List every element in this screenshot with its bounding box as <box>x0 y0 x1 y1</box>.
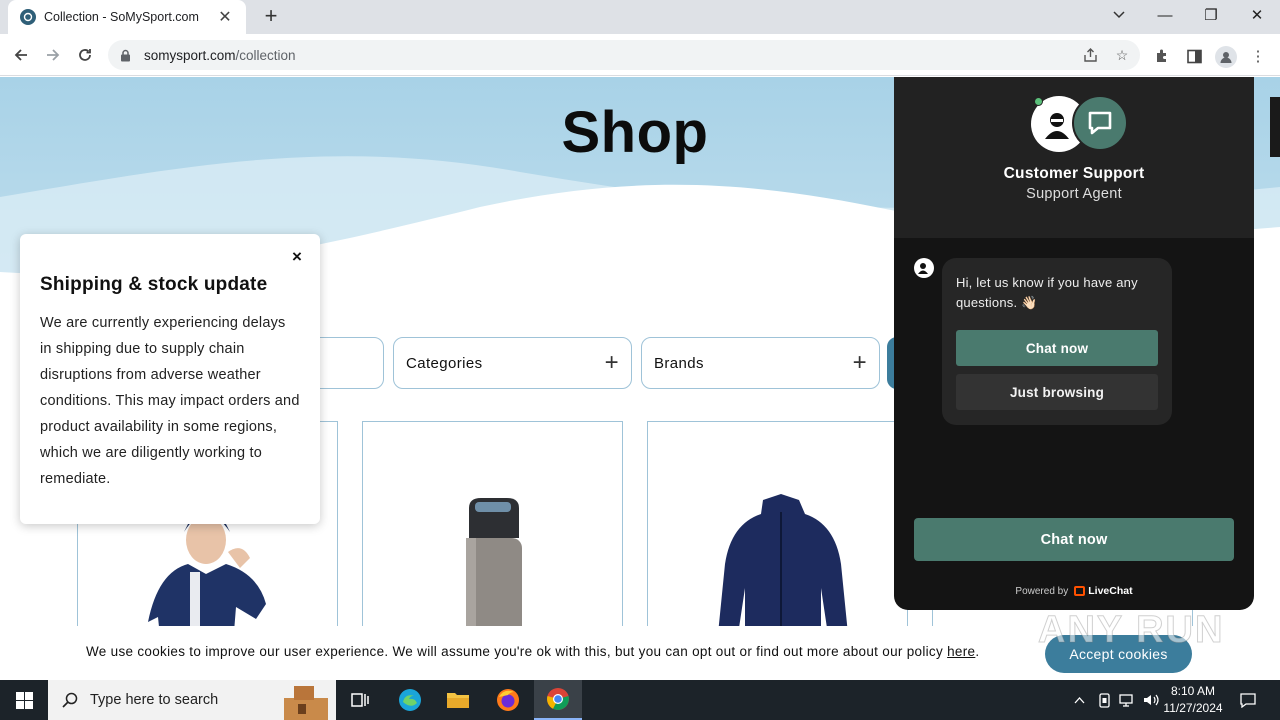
online-status-dot <box>1034 97 1043 106</box>
powered-by-label: Powered by <box>1015 585 1069 597</box>
forward-arrow-icon[interactable] <box>40 42 66 68</box>
just-browsing-button[interactable]: Just browsing <box>956 374 1158 410</box>
bookmark-star-icon[interactable]: ☆ <box>1113 46 1131 64</box>
reload-icon[interactable] <box>72 42 98 68</box>
livechat-widget: Customer Support Support Agent Hi, let u… <box>894 77 1254 610</box>
tab-search-chevron-icon[interactable] <box>1108 4 1130 26</box>
chrome-icon[interactable] <box>534 680 582 720</box>
cookie-message: We use cookies to improve our user exper… <box>86 644 944 659</box>
chat-now-button[interactable]: Chat now <box>956 330 1158 366</box>
extensions-puzzle-icon[interactable] <box>1152 46 1172 66</box>
browser-tab[interactable]: Collection - SoMySport.com ✕ <box>8 0 246 34</box>
livechat-logo-icon <box>1074 586 1086 596</box>
close-window-icon[interactable]: ✕ <box>1234 0 1280 30</box>
tray-chevron-up-icon[interactable] <box>1068 680 1090 720</box>
url-host: somysport.com <box>144 47 236 63</box>
watermark: ANY RUN <box>1037 609 1225 652</box>
search-highlight-illustration <box>284 686 328 720</box>
filter-categories[interactable]: Categories + <box>393 337 632 389</box>
plus-icon: + <box>852 349 867 376</box>
popup-title: Shipping & stock update <box>40 274 268 295</box>
taskbar-clock[interactable]: 8:10 AM 11/27/2024 <box>1160 683 1226 717</box>
clock-date: 11/27/2024 <box>1163 701 1223 715</box>
chat-message-bubble: Hi, let us know if you have any question… <box>942 258 1172 425</box>
filter-brands[interactable]: Brands + <box>641 337 880 389</box>
close-icon[interactable]: × <box>288 248 306 266</box>
profile-avatar-icon[interactable] <box>1215 46 1237 68</box>
cookie-policy-link[interactable]: here <box>947 644 975 659</box>
tray-device-icon[interactable] <box>1093 680 1115 720</box>
message-agent-avatar-icon <box>914 258 934 278</box>
browser-tab-strip: Collection - SoMySport.com ✕ + — ❐ ✕ <box>0 0 1280 34</box>
windows-taskbar: Type here to search 8:10 AM 11/27/2024 <box>0 680 1280 720</box>
taskbar-search-placeholder: Type here to search <box>90 692 219 708</box>
powered-by[interactable]: Powered by LiveChat <box>894 585 1254 597</box>
chat-header: Customer Support Support Agent <box>894 77 1254 238</box>
menu-dots-icon[interactable]: ⋮ <box>1248 46 1268 66</box>
clock-time: 8:10 AM <box>1170 684 1216 698</box>
browser-toolbar: somysport.com /collection ☆ ⋮ <box>0 34 1280 76</box>
livechat-brand: LiveChat <box>1088 585 1133 597</box>
back-arrow-icon[interactable] <box>8 42 34 68</box>
file-explorer-icon[interactable] <box>434 680 482 720</box>
filter-label: Categories <box>406 354 483 372</box>
address-bar[interactable]: somysport.com /collection ☆ <box>108 40 1140 70</box>
lock-icon <box>120 48 134 62</box>
chat-message-text: Hi, let us know if you have any question… <box>956 275 1138 310</box>
share-icon[interactable] <box>1081 46 1099 64</box>
firefox-icon[interactable] <box>484 680 532 720</box>
edge-browser-icon[interactable] <box>386 680 434 720</box>
chat-now-main-button[interactable]: Chat now <box>914 518 1234 561</box>
search-icon <box>62 692 78 708</box>
minimize-icon[interactable]: — <box>1142 0 1188 30</box>
cookie-text: We use cookies to improve our user exper… <box>86 644 979 659</box>
popup-text: We are currently experiencing delays in … <box>40 315 300 487</box>
chat-bubble-icon <box>1072 95 1128 151</box>
shipping-notice-popup: × Shipping & stock update We are current… <box>20 234 320 524</box>
tab-title: Collection - SoMySport.com <box>44 10 199 24</box>
taskbar-search-box[interactable]: Type here to search <box>48 680 336 720</box>
site-favicon-icon <box>20 9 36 25</box>
agent-name: Customer Support <box>1003 165 1145 182</box>
page-content: Shop Categories + Brands + × Shipping & … <box>0 77 1280 680</box>
new-tab-icon[interactable]: + <box>259 4 283 28</box>
agent-role: Support Agent <box>1026 186 1122 202</box>
page-scrollbar-thumb[interactable] <box>1270 97 1280 157</box>
url-path: /collection <box>235 47 296 63</box>
side-panel-icon[interactable] <box>1184 46 1204 66</box>
windows-start-icon[interactable] <box>0 680 48 720</box>
network-icon[interactable] <box>1116 680 1138 720</box>
tab-close-icon[interactable]: ✕ <box>216 7 234 27</box>
cookie-suffix: . <box>975 644 980 659</box>
filter-label: Brands <box>654 354 704 372</box>
volume-icon[interactable] <box>1140 680 1162 720</box>
task-view-icon[interactable] <box>336 680 384 720</box>
restore-icon[interactable]: ❐ <box>1188 0 1234 30</box>
plus-icon: + <box>604 349 619 376</box>
notifications-icon[interactable] <box>1236 680 1260 720</box>
